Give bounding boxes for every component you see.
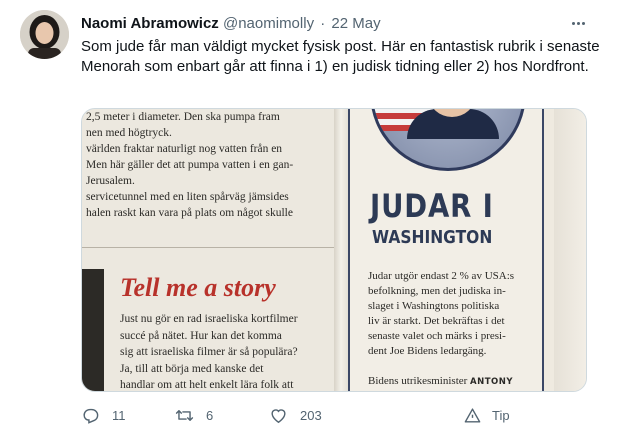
text-line: succé på nätet. Hur kan det komma bbox=[120, 329, 282, 342]
text-line: Judar utgör endast 2 % av USA:s bbox=[368, 270, 515, 282]
text-line: sig att israeliska filmer är så populära… bbox=[120, 346, 298, 358]
text-line: Men här gäller det att pumpa vatten i en… bbox=[86, 159, 294, 171]
reply-count: 11 bbox=[112, 407, 126, 423]
portrait-photo bbox=[370, 109, 526, 171]
text-line: halen raskt kan vara på plats om något s… bbox=[86, 207, 293, 219]
box-subheadline: WASHINGTON bbox=[372, 227, 493, 248]
article-box: JUDAR I WASHINGTON Judar utgör endast 2 … bbox=[348, 109, 544, 391]
tweet-header: Naomi Abramowicz @naomimolly · 22 May bbox=[81, 15, 381, 33]
magazine-left-page: 2,5 meter i diameter. Den ska pumpa fram… bbox=[82, 109, 334, 391]
like-count: 203 bbox=[300, 407, 322, 423]
text-line: senaste valet och märks i presi- bbox=[368, 330, 506, 342]
page-edge bbox=[554, 109, 586, 391]
text-line: handlar om att helt enkelt lära folk att bbox=[120, 379, 294, 391]
tweet[interactable]: Naomi Abramowicz @naomimolly · 22 May So… bbox=[0, 0, 640, 440]
tip-button[interactable]: Tip bbox=[463, 404, 510, 426]
reply-button[interactable]: 11 bbox=[81, 404, 126, 426]
tweet-image[interactable]: 2,5 meter i diameter. Den ska pumpa fram… bbox=[81, 108, 587, 392]
text-line: 2,5 meter i diameter. Den ska pumpa fram bbox=[86, 111, 280, 123]
text-line: Ja, till att börja med kanske det bbox=[120, 362, 264, 375]
like-button[interactable]: 203 bbox=[269, 404, 322, 426]
tweet-text: Som jude får man väldigt mycket fysisk p… bbox=[81, 38, 600, 75]
box-text: Judar utgör endast 2 % av USA:s befolkni… bbox=[368, 269, 543, 359]
reply-icon bbox=[83, 408, 99, 424]
avatar[interactable] bbox=[20, 10, 69, 59]
more-icon[interactable] bbox=[567, 14, 589, 32]
tip-label: Tip bbox=[492, 407, 510, 423]
text-line: dent Joe Bidens ledargäng. bbox=[368, 345, 487, 357]
box-headline: JUDAR I bbox=[370, 187, 494, 225]
divider bbox=[82, 247, 334, 248]
separator: · bbox=[320, 15, 326, 32]
photo-edge bbox=[82, 269, 104, 391]
retweet-count: 6 bbox=[206, 407, 214, 423]
heart-icon bbox=[271, 408, 286, 423]
text-line: Jerusalem. bbox=[86, 175, 135, 187]
retweet-icon bbox=[175, 409, 194, 421]
tip-icon bbox=[464, 407, 481, 423]
text-line: världen fraktar naturligt nog vatten frå… bbox=[86, 143, 283, 155]
text-line: befolkning, men det judiska in- bbox=[368, 285, 506, 297]
text-line: Just nu gör en rad israeliska kortfilmer bbox=[120, 313, 298, 325]
action-bar: 11 6 203 Tip bbox=[81, 404, 601, 426]
story-text: Just nu gör en rad israeliska kortfilmer… bbox=[120, 311, 330, 391]
text-line: nen med högtryck. bbox=[86, 127, 172, 139]
text-line: liv är starkt. Det bekräftas i det bbox=[368, 315, 505, 327]
story-headline: Tell me a story bbox=[120, 273, 276, 302]
text-line: slaget i Washingtons politiska bbox=[368, 300, 500, 312]
text-line: servicetunnel med en liten spårväg jämsi… bbox=[86, 191, 289, 203]
retweet-button[interactable]: 6 bbox=[175, 404, 213, 426]
tweet-date[interactable]: 22 May bbox=[331, 15, 380, 32]
page-fold bbox=[334, 109, 348, 391]
box-last-line: Bidens utrikesminister ANTONY bbox=[368, 375, 514, 387]
display-name[interactable]: Naomi Abramowicz bbox=[81, 15, 219, 32]
left-page-text: 2,5 meter i diameter. Den ska pumpa fram… bbox=[86, 109, 326, 221]
user-handle[interactable]: @naomimolly bbox=[223, 15, 314, 32]
magazine-right-page: JUDAR I WASHINGTON Judar utgör endast 2 … bbox=[348, 109, 586, 391]
